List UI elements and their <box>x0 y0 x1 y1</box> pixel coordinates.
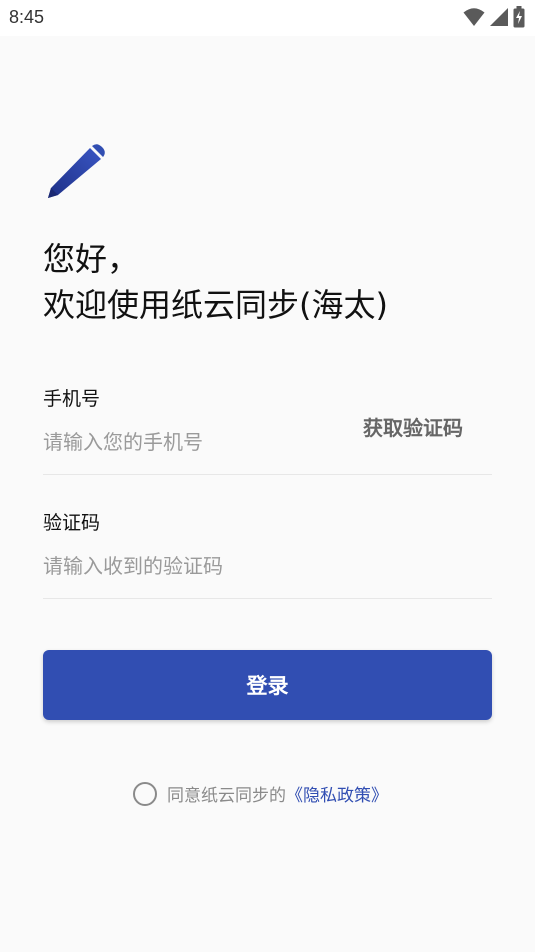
login-button[interactable]: 登录 <box>43 650 492 720</box>
agree-radio[interactable] <box>133 781 157 806</box>
phone-input[interactable] <box>43 428 333 456</box>
pen-icon <box>45 142 107 204</box>
signal-icon <box>489 7 509 31</box>
code-label: 验证码 <box>43 512 101 534</box>
status-time: 8:45 <box>9 7 45 27</box>
wifi-icon <box>463 7 485 31</box>
get-code-button[interactable]: 获取验证码 <box>363 412 463 441</box>
greeting-line-2: 欢迎使用纸云同步(海太) <box>43 286 388 324</box>
phone-label: 手机号 <box>43 388 101 410</box>
agreement-text: 同意纸云同步的 <box>167 786 286 806</box>
privacy-policy-link[interactable]: 《隐私政策》 <box>286 781 388 806</box>
status-bar: 8:45 <box>0 0 535 36</box>
phone-divider <box>43 474 492 475</box>
agreement-row: 同意纸云同步的 《隐私政策》 <box>133 781 388 806</box>
greeting-line-1: 您好， <box>43 240 140 278</box>
battery-charging-icon <box>513 6 525 32</box>
code-divider <box>43 598 492 599</box>
greeting: 您好， 欢迎使用纸云同步(海太) <box>43 236 388 328</box>
status-icons <box>463 6 525 32</box>
code-input[interactable] <box>43 552 483 580</box>
